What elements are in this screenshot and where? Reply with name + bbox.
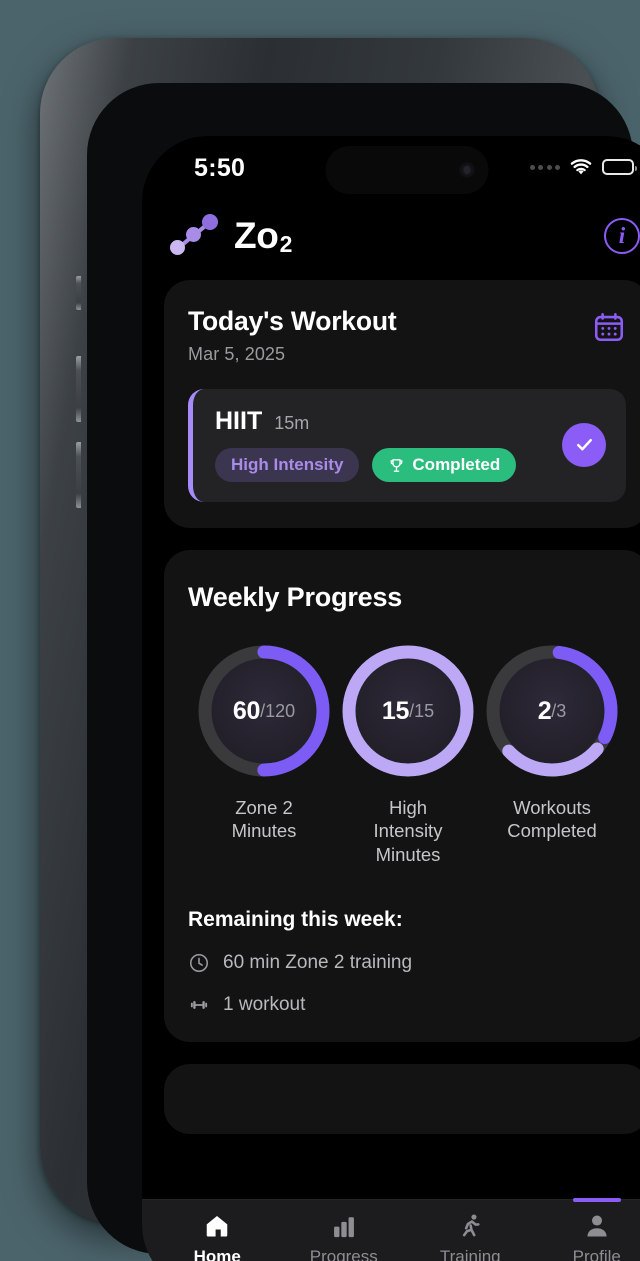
app-title-text: Zo: [234, 215, 279, 256]
tab-training[interactable]: Training: [407, 1200, 534, 1261]
ring-total: /3: [551, 700, 567, 721]
tab-active-accent: [572, 1198, 621, 1202]
remaining-title: Remaining this week:: [188, 907, 403, 931]
dynamic-island: [325, 146, 489, 194]
ring-label: Zone 2 Minutes: [192, 796, 336, 843]
front-camera-icon: [458, 161, 476, 179]
remaining-item-zone2: 60 min Zone 2 training: [188, 952, 626, 974]
intensity-badge: High Intensity: [215, 448, 360, 482]
progress-rings: 60 /120 Zone 2 Minutes 15 /15 High Inten…: [188, 639, 626, 866]
tab-label: Progress: [309, 1247, 378, 1261]
workout-item[interactable]: HIIT 15m High Intensity Completed: [188, 389, 626, 502]
app-header: Zo 2 i: [142, 198, 640, 274]
ring-workouts-completed: 2 /3 Workouts Completed: [480, 639, 624, 866]
weekly-progress-title: Weekly Progress: [188, 582, 403, 612]
tab-home[interactable]: Home: [154, 1200, 281, 1261]
dumbbell-icon: [190, 1000, 208, 1009]
zo2-logo-icon: [168, 213, 222, 259]
tab-bar: Home Progress Training Profile: [142, 1198, 640, 1261]
ring-label-line: Completed: [507, 820, 597, 842]
ring-label-line: Minutes: [375, 843, 441, 865]
remaining-item-text: 1 workout: [223, 993, 306, 1015]
page-title: Today's Workout: [188, 306, 397, 336]
status-time: 5:50: [194, 153, 246, 182]
ring-label-line: Minutes: [231, 820, 297, 842]
ring-high-intensity-minutes: 15 /15 High Intensity Minutes: [336, 639, 480, 866]
ring-total: /120: [260, 700, 296, 721]
volume-down-button[interactable]: [76, 442, 81, 508]
card-header: Today's Workout Mar 5, 2025: [188, 306, 626, 365]
ring-label-line: Intensity: [373, 820, 443, 842]
main-content: Today's Workout Mar 5, 2025 HIIT 15m Hig…: [142, 274, 640, 1261]
app-title: Zo 2: [234, 215, 292, 257]
workout-duration: 15m: [274, 413, 310, 433]
tab-label: Profile: [572, 1247, 621, 1261]
person-icon: [582, 1212, 612, 1240]
ring-label-line: High: [388, 797, 428, 818]
calendar-icon[interactable]: [592, 310, 626, 344]
phone-screen: 5:50 Zo 2 i Today's Workout Mar 5, 2025 …: [142, 136, 640, 1261]
ring-label-line: Zone 2: [235, 797, 293, 818]
tab-profile[interactable]: Profile: [534, 1198, 640, 1261]
status-badge: Completed: [372, 448, 517, 482]
status-badge-label: Completed: [412, 455, 501, 474]
ring-label: High Intensity Minutes: [336, 796, 480, 866]
running-icon: [455, 1212, 485, 1240]
ring-value: 2: [537, 696, 552, 725]
weekly-progress-card: Weekly Progress 60 /120 Zone 2 Minutes 1…: [164, 550, 640, 1042]
todays-workout-card: Today's Workout Mar 5, 2025 HIIT 15m Hig…: [164, 280, 640, 528]
ring-total: /15: [409, 700, 435, 721]
status-indicators: [529, 158, 637, 176]
app-title-subscript: 2: [279, 231, 293, 257]
check-icon[interactable]: [562, 422, 606, 467]
tab-progress[interactable]: Progress: [281, 1200, 408, 1261]
ring-zone2-minutes: 60 /120 Zone 2 Minutes: [192, 639, 336, 866]
ring-value: 60: [232, 696, 261, 725]
clock-icon: [189, 953, 209, 972]
next-card-partial: [164, 1063, 640, 1134]
battery-icon: [602, 159, 637, 175]
signal-dots-icon: [529, 164, 560, 170]
tab-label: Home: [193, 1247, 241, 1261]
remaining-item-text: 60 min Zone 2 training: [223, 951, 413, 973]
ring-label: Workouts Completed: [480, 796, 624, 843]
home-icon: [202, 1212, 232, 1240]
bar-chart-icon: [329, 1212, 359, 1240]
ring-label-line: Workouts: [513, 797, 591, 818]
status-bar: 5:50: [142, 136, 640, 198]
workout-name: HIIT: [215, 407, 263, 435]
ring-value: 15: [381, 696, 410, 725]
trophy-icon: [390, 458, 403, 472]
tab-label: Training: [439, 1247, 501, 1261]
workout-date: Mar 5, 2025: [188, 344, 286, 364]
remaining-item-workout: 1 workout: [188, 994, 626, 1016]
wifi-icon: [570, 159, 592, 175]
info-glyph: i: [618, 223, 626, 248]
info-icon[interactable]: i: [604, 218, 640, 254]
phone-frame: 5:50 Zo 2 i Today's Workout Mar 5, 2025 …: [40, 38, 640, 1261]
volume-up-button[interactable]: [76, 356, 81, 422]
phone-bezel: 5:50 Zo 2 i Today's Workout Mar 5, 2025 …: [87, 83, 640, 1261]
silent-switch[interactable]: [76, 276, 81, 310]
